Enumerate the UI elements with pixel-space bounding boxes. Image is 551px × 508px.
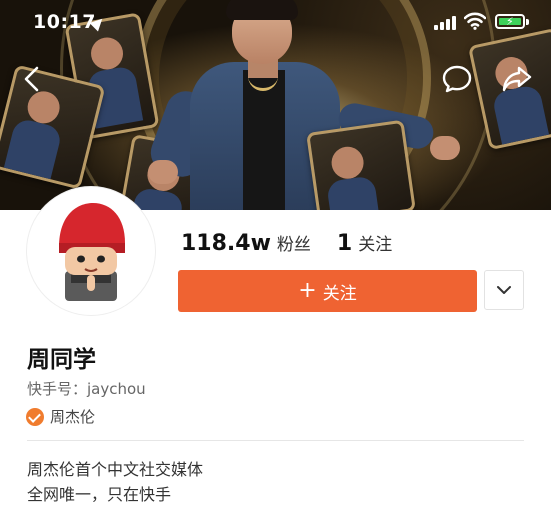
kuaishou-id: 快手号：jaychou	[27, 380, 146, 398]
share-icon[interactable]	[500, 62, 534, 96]
chevron-down-icon	[497, 286, 511, 294]
follow-button[interactable]: + 关注	[178, 270, 477, 312]
following-label[interactable]: 关注	[358, 230, 392, 255]
back-arrow-icon[interactable]	[16, 62, 50, 96]
avatar-cartoon-image	[31, 191, 151, 311]
status-bar: 10:17 ⚡	[0, 0, 551, 44]
divider	[27, 440, 524, 441]
banner-person-hand	[430, 136, 460, 160]
banner-photo-card	[306, 119, 416, 210]
profile-stats: 118.4w 粉丝 1 关注	[181, 230, 392, 260]
verified-row: 周杰伦	[26, 406, 95, 427]
followers-label[interactable]: 粉丝	[277, 230, 311, 255]
banner-person-hand	[148, 160, 178, 184]
plus-icon: +	[298, 278, 317, 303]
follow-button-label: 关注	[322, 283, 357, 304]
battery-tip	[526, 19, 529, 25]
more-options-button[interactable]	[484, 270, 524, 310]
wifi-icon	[464, 12, 486, 30]
following-count[interactable]: 1	[337, 231, 352, 256]
bio-line: 全网唯一，只在快手	[27, 485, 172, 504]
verified-label: 周杰伦	[50, 408, 96, 426]
followers-count[interactable]: 118.4w	[181, 231, 271, 256]
verified-badge-icon	[26, 407, 44, 426]
avatar[interactable]	[27, 187, 155, 315]
banner-person-shirt	[243, 70, 285, 210]
chat-bubble-icon[interactable]	[440, 62, 474, 96]
profile-name: 周同学	[27, 347, 96, 373]
status-time: 10:17	[33, 11, 96, 33]
bio-line: 周杰伦首个中文社交媒体	[27, 460, 204, 479]
cellular-signal-icon	[434, 14, 456, 30]
battery-icon: ⚡	[495, 14, 525, 29]
